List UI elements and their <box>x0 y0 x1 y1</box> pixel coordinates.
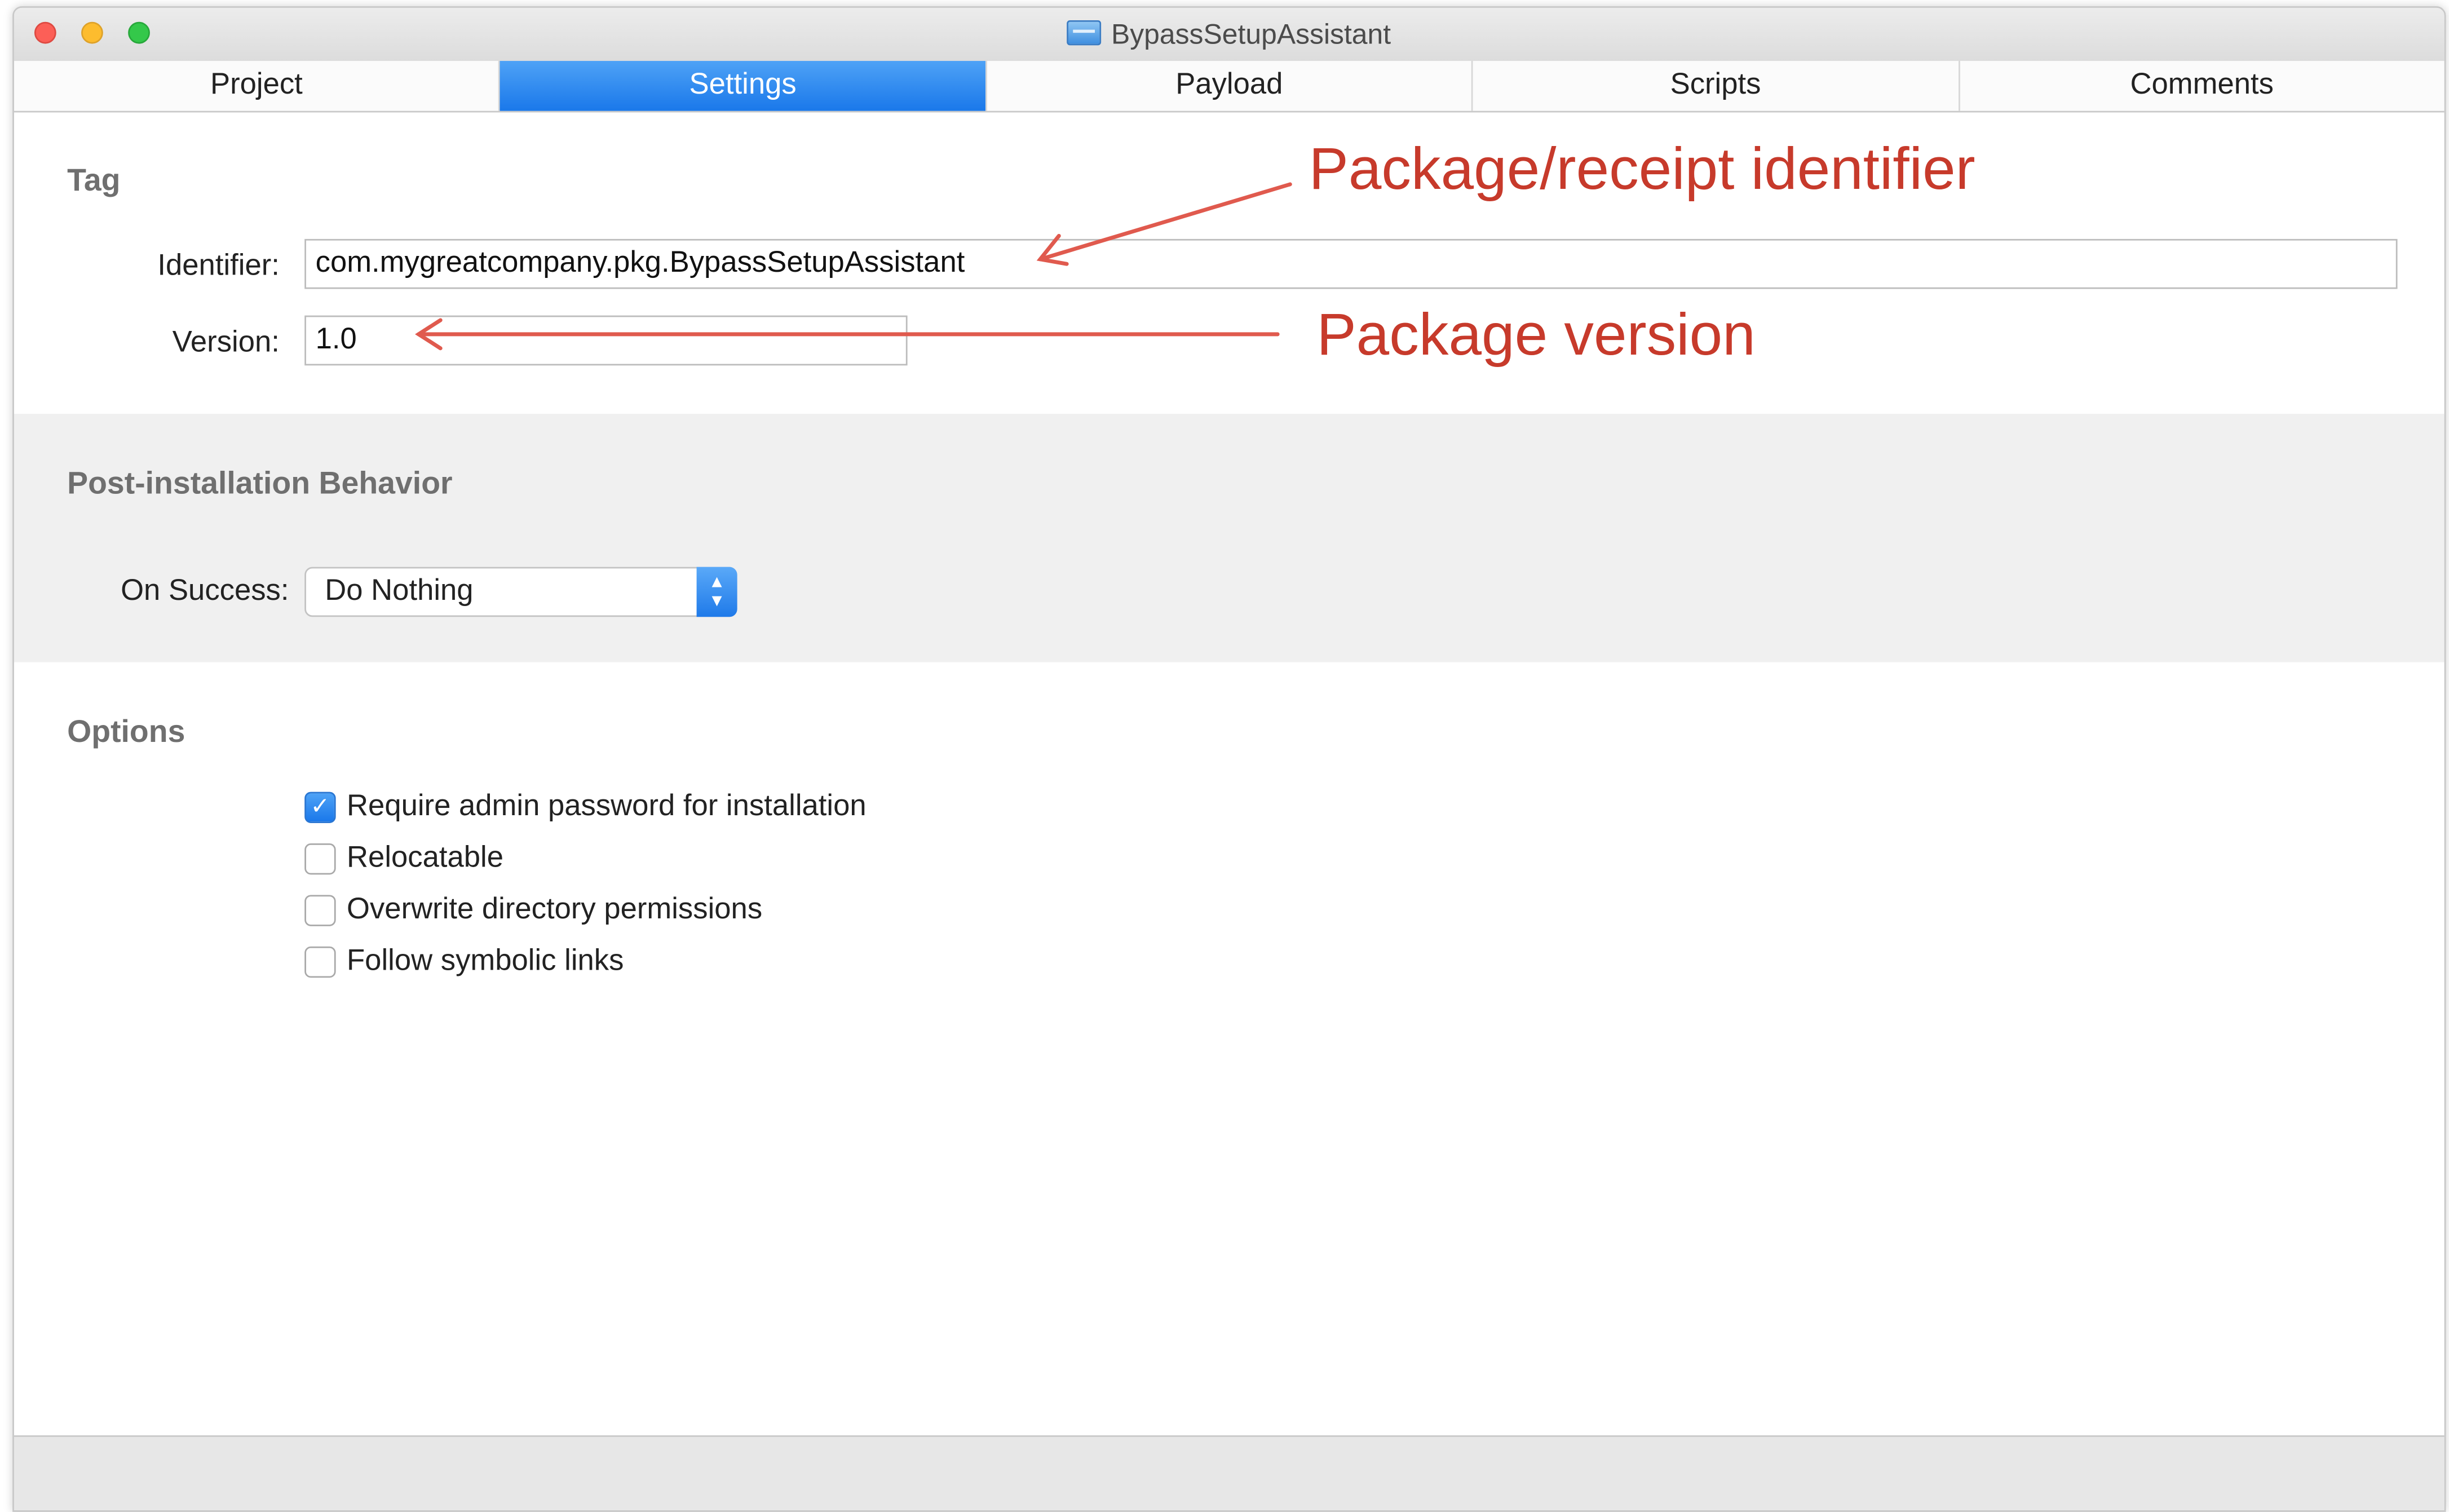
annotation-arrows <box>415 182 1292 351</box>
identifier-arrow-icon <box>1038 182 1292 262</box>
screenshot-stage: BypassSetupAssistant Project Settings Pa… <box>0 0 2449 1512</box>
identifier-arrowhead-icon <box>1036 233 1069 266</box>
